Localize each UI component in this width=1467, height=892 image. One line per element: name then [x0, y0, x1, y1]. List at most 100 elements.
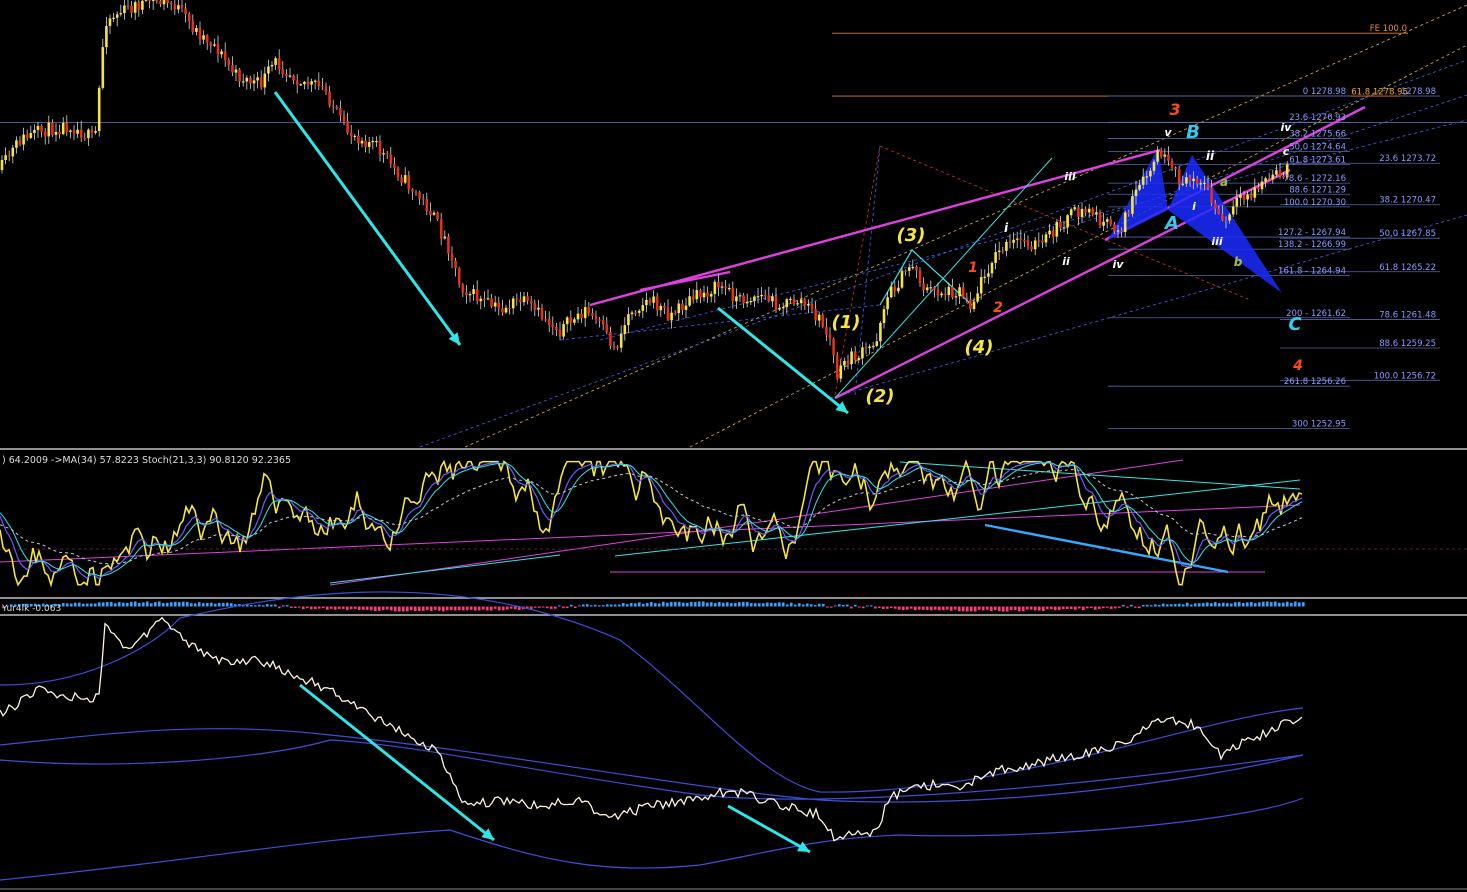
candle-body [299, 84, 303, 86]
histogram-bar [278, 606, 281, 609]
histogram-bar [110, 601, 113, 607]
wave-label: iv [1281, 121, 1293, 134]
candle-body [1271, 174, 1275, 180]
histogram-bar [406, 606, 409, 612]
histogram-bar [1158, 605, 1161, 607]
candle-body [33, 129, 36, 133]
candle-body [173, 4, 177, 10]
histogram-bar [170, 602, 173, 607]
histogram-bar [814, 605, 817, 607]
candle-body [148, 0, 151, 1]
candle-body [29, 132, 33, 138]
candle-body [1120, 230, 1123, 233]
histogram-bar [874, 606, 877, 609]
histogram-bar [962, 606, 965, 612]
histogram-bar [1282, 602, 1285, 607]
envelope-panel [0, 591, 1304, 881]
histogram-bar [138, 602, 141, 607]
fib-level-label: 38.2 1275.66 [1289, 129, 1346, 139]
candle-body [1026, 240, 1030, 247]
candle-body [1012, 239, 1015, 243]
histogram-bar [690, 601, 693, 607]
candle-body [688, 296, 691, 306]
histogram-bar [82, 603, 85, 607]
histogram-bar [394, 606, 397, 612]
histogram-bar [422, 606, 425, 611]
histogram-bar [1018, 606, 1021, 612]
histogram-bar [118, 601, 121, 607]
fib-level-label: 127.2 - 1267.94 [1278, 228, 1346, 238]
candle-body [1267, 178, 1271, 180]
histogram-bar [718, 602, 721, 607]
candle-body [198, 28, 202, 40]
histogram-bar [878, 606, 881, 608]
candle-body [151, 0, 155, 1]
candle-body [918, 270, 922, 284]
histogram-bar [958, 606, 961, 612]
histogram-bar [706, 602, 709, 607]
histogram-bar [254, 605, 257, 607]
histogram-bar [1278, 602, 1281, 607]
histogram-bar [1226, 603, 1229, 607]
histogram-bar [790, 602, 793, 607]
candle-body [922, 283, 925, 291]
histogram-bar [570, 604, 573, 607]
histogram-bar [742, 601, 745, 607]
histogram-bar [1258, 602, 1261, 607]
candle-body [947, 286, 951, 296]
candle-body [349, 132, 353, 137]
histogram-bar [1274, 601, 1277, 607]
histogram-bar [214, 603, 217, 607]
candle-body [663, 305, 666, 308]
candle-body [609, 331, 612, 346]
candle-body [828, 334, 832, 339]
histogram-bar [602, 605, 605, 607]
histogram-bar [1266, 601, 1269, 607]
histogram-bar [230, 603, 233, 607]
candle-body [861, 347, 864, 359]
histogram-bar [890, 606, 893, 608]
candle-body [616, 346, 619, 348]
candle-body [904, 270, 907, 272]
histogram-bar [310, 606, 313, 610]
candle-body [796, 303, 799, 305]
trend-arrow [727, 804, 811, 854]
histogram-bar [334, 606, 337, 610]
histogram-bar [910, 606, 913, 609]
fib-level-label: 138.2 - 1266.99 [1278, 240, 1346, 250]
candle-body [825, 326, 828, 335]
histogram-bar [190, 603, 193, 607]
candle-body [241, 81, 245, 83]
histogram-bar [866, 605, 869, 607]
candle-body [238, 69, 241, 82]
histogram-bar [438, 606, 441, 611]
candle-body [475, 289, 479, 302]
fib-level-label: 261.8 1256.26 [1284, 377, 1346, 387]
candle-body [508, 307, 511, 309]
candle-body [731, 287, 735, 302]
price-candles [0, 0, 1289, 383]
candle-body [839, 365, 843, 379]
histogram-bar [794, 604, 797, 607]
histogram-bar [1222, 602, 1225, 607]
candle-body [234, 69, 238, 73]
histogram-bar [870, 605, 873, 607]
candle-body [814, 309, 817, 321]
candle-body [889, 286, 893, 298]
histogram-bar [1146, 604, 1149, 607]
candle-body [1102, 221, 1105, 226]
histogram-bar [1094, 606, 1097, 610]
histogram-bar [1070, 606, 1073, 610]
candle-body [605, 324, 609, 332]
histogram-bar [458, 606, 461, 611]
candle-body [97, 87, 101, 132]
candle-body [623, 325, 627, 334]
histogram-bar [326, 606, 329, 610]
fib-level-label: 0 1278.98 [1303, 87, 1346, 97]
candle-body [767, 295, 771, 302]
candle-body [1073, 207, 1077, 210]
histogram-bar [1038, 606, 1041, 611]
histogram-bar [298, 606, 301, 608]
histogram-bar [430, 606, 433, 611]
candle-body [753, 296, 756, 301]
